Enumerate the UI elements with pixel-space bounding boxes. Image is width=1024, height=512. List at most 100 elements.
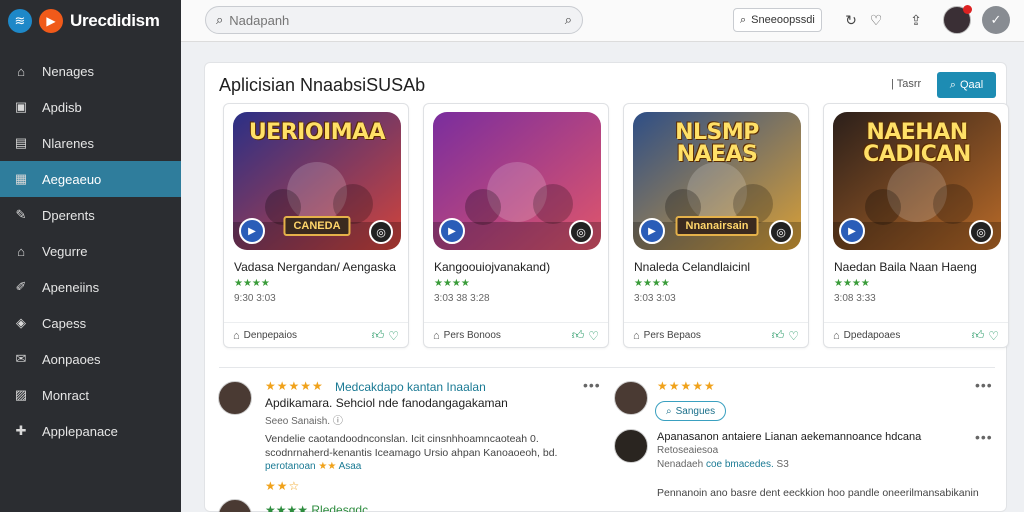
thumbs-up-icon[interactable]: 👍︎ [372,328,385,343]
reviewer-avatar[interactable] [614,381,648,415]
share-icon[interactable]: ⇪ [906,10,926,30]
app-card[interactable]: NLSMP NAEAS Nnanairsain ▶ ◎ Nnaleda Celandla… [623,103,809,348]
review-link-tag: Asaa [338,461,362,472]
heart-icon[interactable]: ♡ [588,329,599,343]
app-rating: ★★★★ [234,278,270,289]
sidebar-item-label: Aegeaeuo [42,171,102,187]
app-rating: ★★★★ [834,278,870,289]
primary-button[interactable]: ⌕ Qaal [937,72,996,98]
heart-icon[interactable]: ♡ [388,329,399,343]
sidebar-item[interactable]: ✐ Apeneiins [0,269,181,305]
review-link-row[interactable]: perotanoan ★★ Asaa [265,461,361,472]
review-tag-pill[interactable]: ⌕ Sangues [655,401,727,421]
play-icon[interactable]: ▶ [439,218,465,244]
sidebar-item[interactable]: ▨ Monract [0,377,181,413]
sidebar-item[interactable]: ▦ Aegeaeuo [0,161,181,197]
more-options-icon[interactable]: ••• [975,429,993,445]
review-link: coe bmacedes. [705,459,774,470]
brand: ≋ ▶ Urecdidism [0,0,181,42]
thumbs-up-icon[interactable]: 👍︎ [972,328,985,343]
user-avatar[interactable] [943,5,972,34]
sidebar-item-label: Vegurre [42,243,88,259]
search-icon: ⌕ [740,13,747,26]
review-body: Vendelie caotandoodnconslan. Icit cinsnh… [265,433,558,459]
sidebar-item[interactable]: ⌂ Nenages [0,53,181,89]
reviewer-avatar[interactable] [614,429,648,463]
app-thumbnail-title: NLSMP NAEAS [675,120,759,167]
settings-icon[interactable]: ✓ [982,6,1010,34]
heart-icon[interactable]: ♡ [988,329,999,343]
app-card[interactable]: UERIOIMAA CANEDA ▶ ◎ Vadasa Nergandan/ Aenga… [223,103,409,348]
app-name[interactable]: Nnaleda Celandlaicinl [634,260,750,274]
sidebar: ≋ ▶ Urecdidism ⌂ Nenages ▣ Apdisb ▤ Nlarenes ▦… [0,0,181,512]
app-card-footer: ⌂ Dpedapoaes 👍︎ ♡ [824,322,1008,348]
badge-icon: ◎ [569,220,593,244]
edit-icon: ✐ [15,279,27,294]
sidebar-item-label: Capess [42,315,87,331]
app-name[interactable]: Vadasa Nergandan/ Aengaska [234,260,396,274]
app-name[interactable]: Naedan Baila Naan Haeng [834,260,977,274]
app-thumbnail[interactable]: UERIOIMAA CANEDA ▶ ◎ [233,112,401,250]
app-thumbnail-title: NAEHAN CADICAN [863,120,971,167]
sidebar-item[interactable]: ◈ Capess [0,305,181,341]
category-icon: ⌂ [833,329,840,342]
app-card-footer: ⌂ Pers Bonoos 👍︎ ♡ [424,322,608,348]
review-subtitle: Apdikamara. Sehciol nde fanodangagakaman [265,396,508,410]
app-card[interactable]: ▶ ◎ Kangoouiojvanakand) ★★★★ 3:03 38 3:28 ⌂ Pe… [423,103,609,348]
heart-icon[interactable]: ♡ [866,10,886,30]
app-thumbnail[interactable]: NLSMP NAEAS Nnanairsain ▶ ◎ [633,112,801,250]
thumbs-up-icon[interactable]: 👍︎ [572,328,585,343]
app-name: Urecdidism [70,11,160,30]
badge-icon: ◎ [369,220,393,244]
heart-icon[interactable]: ♡ [788,329,799,343]
mail-icon: ✉ [15,351,27,366]
primary-button-label: Qaal [959,79,984,91]
sidebar-item[interactable]: ✎ Dperents [0,197,181,233]
more-options-icon[interactable]: ••• [975,377,993,393]
app-card-footer: ⌂ Pers Bepaos 👍︎ ♡ [624,322,808,348]
review-stars: ★★★★★ [657,379,716,393]
sidebar-item[interactable]: ▣ Apdisb [0,89,181,125]
app-meta: 3:08 3:33 [834,293,876,304]
badge-icon: ◎ [969,220,993,244]
app-meta: 9:30 3:03 [234,293,276,304]
sidebar-item-label: Aonpaoes [42,351,101,367]
review-title[interactable]: Medcakdapo kantan Inaalan [335,380,486,394]
review-stars-small: ★★☆ [265,479,301,493]
home-icon: ⌂ [17,63,25,79]
app-name[interactable]: Kangoouiojvanakand) [434,260,550,274]
search-submit-icon[interactable]: ⌕ [565,12,572,28]
more-options-icon[interactable]: ••• [583,377,601,393]
review-title: Apanasanon antaiere Lianan aekemannoance… [657,431,922,443]
search-pill-button[interactable]: ⌕ Sneeoopssdi [733,8,822,32]
play-icon[interactable]: ▶ [839,218,865,244]
review-stars: ★★★★★ [265,379,324,393]
sidebar-item[interactable]: ⌂ Vegurre [0,233,181,269]
thumbs-up-icon[interactable]: 👍︎ [772,328,785,343]
menu-icon[interactable]: ≋ [8,9,32,33]
reviewer-avatar[interactable] [218,381,252,415]
filter-link[interactable]: | Tasrr [891,78,921,90]
play-icon[interactable]: ▶ [639,218,665,244]
app-category: Pers Bonoos [443,330,501,341]
info-icon: ⓘ [332,416,343,427]
search-input[interactable] [229,12,565,28]
sidebar-item[interactable]: ✉ Aonpaoes [0,341,181,377]
refresh-icon[interactable]: ↻ [841,10,861,30]
play-icon[interactable]: ▶ [239,218,265,244]
reviewer-avatar[interactable] [218,499,252,512]
search-icon: ⌕ [666,405,672,417]
sidebar-item[interactable]: ✚ Applepanace [0,413,181,449]
app-card-footer: ⌂ Denpepaios 👍︎ ♡ [224,322,408,348]
notification-badge [963,5,972,14]
app-thumbnail[interactable]: ▶ ◎ [433,112,601,250]
main-panel: Aplicisian NnaabsiSUSAb | Tasrr ⌕ Qaal U… [204,62,1009,512]
search-bar[interactable]: ⌕ ⌕ [205,6,583,34]
app-meta: 3:03 3:03 [634,293,676,304]
category-icon: ⌂ [633,329,640,342]
app-card[interactable]: NAEHAN CADICAN ▶ ◎ Naedan Baila Naan Haeng ★… [823,103,1009,348]
apps-icon: ▣ [14,99,28,114]
app-thumbnail[interactable]: NAEHAN CADICAN ▶ ◎ [833,112,1001,250]
sidebar-item[interactable]: ▤ Nlarenes [0,125,181,161]
app-rating: ★★★★ [634,278,670,289]
